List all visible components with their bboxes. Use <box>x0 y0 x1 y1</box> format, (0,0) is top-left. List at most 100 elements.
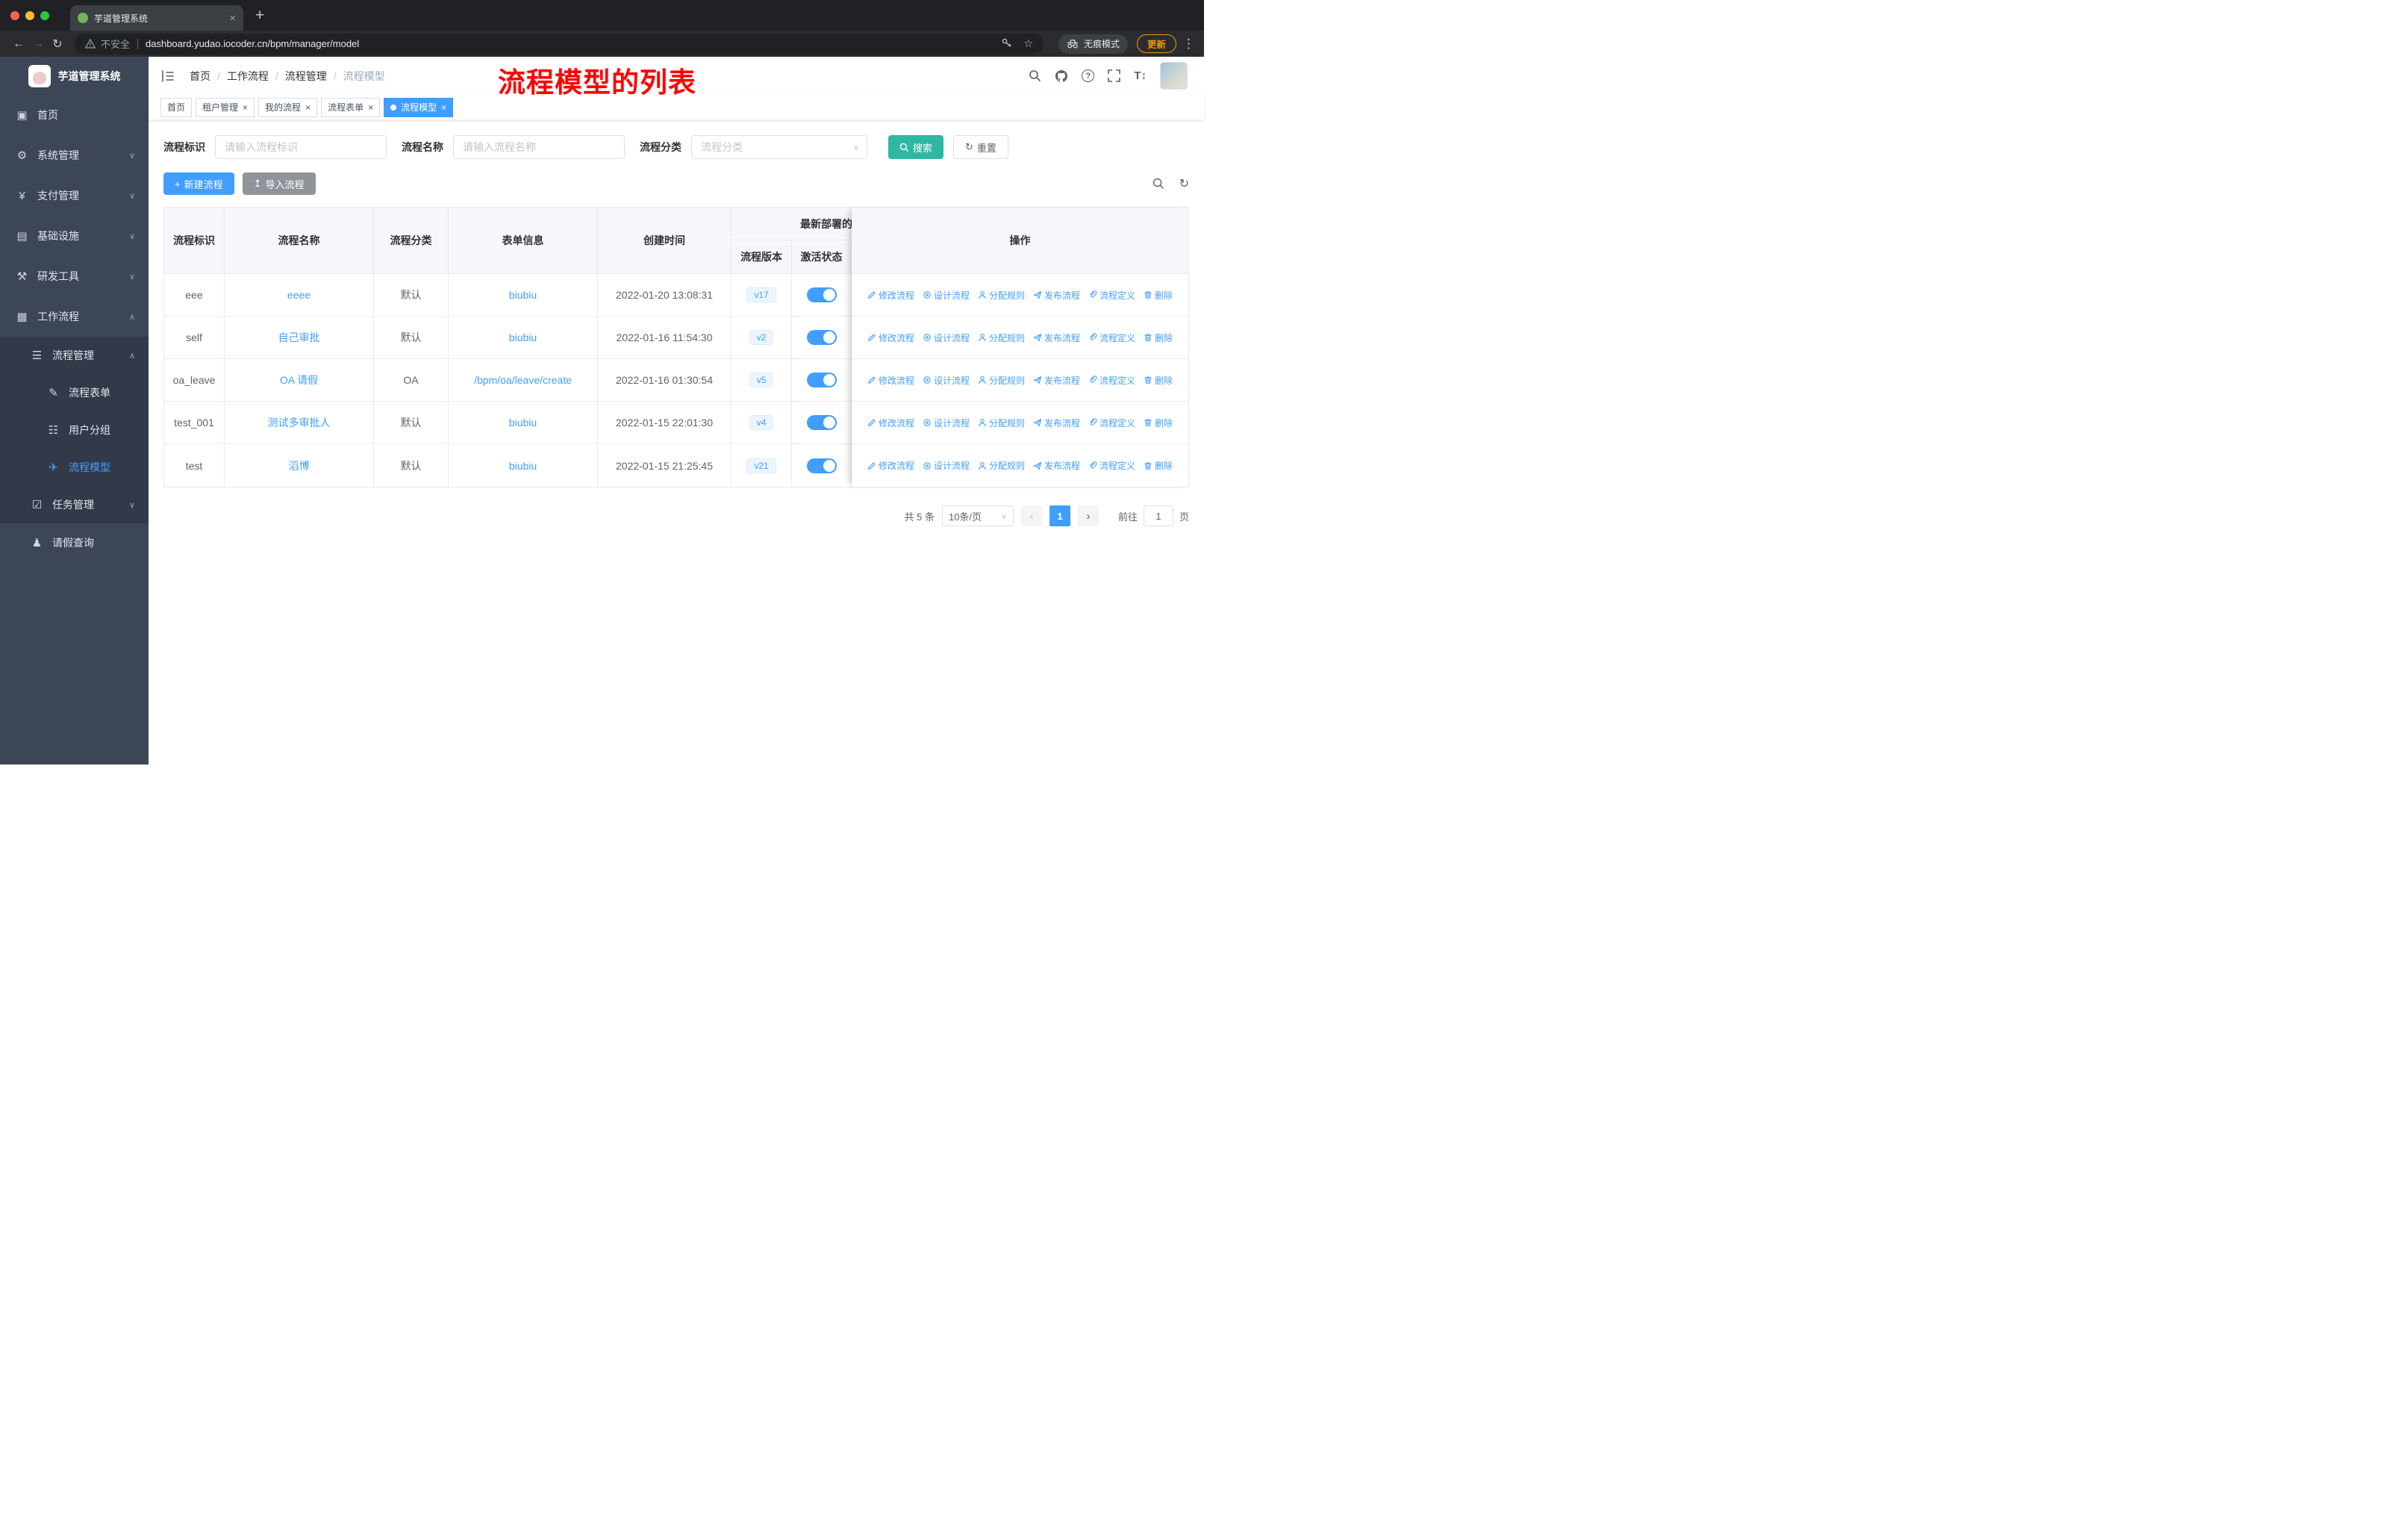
sidebar-item-process-model[interactable]: ✈ 流程模型 <box>0 449 149 486</box>
sidebar-logo[interactable]: 芋道管理系统 <box>0 57 149 95</box>
action-assign-link[interactable]: 分配规则 <box>978 374 1025 387</box>
sidebar-item-leave-query[interactable]: ♟ 请假查询 <box>0 523 149 562</box>
tag-item[interactable]: 租户管理 × <box>196 97 255 117</box>
minimize-window-button[interactable] <box>25 10 34 20</box>
key-icon[interactable] <box>1001 37 1012 51</box>
sidebar-item-process-management[interactable]: ☰ 流程管理 ∧ <box>0 337 149 374</box>
sidebar-item-task-management[interactable]: ☑ 任务管理 ∨ <box>0 486 149 523</box>
form-info-link[interactable]: biubiu <box>509 417 537 429</box>
current-page-button[interactable]: 1 <box>1049 505 1070 526</box>
search-icon[interactable] <box>1029 69 1041 82</box>
sidebar-item-system-management[interactable]: ⚙ 系统管理 ∨ <box>0 135 149 175</box>
help-icon[interactable]: ? <box>1082 69 1095 82</box>
close-tag-icon[interactable]: × <box>368 103 373 112</box>
active-toggle[interactable] <box>806 287 837 302</box>
close-window-button[interactable] <box>10 10 19 20</box>
forward-icon[interactable]: → <box>28 37 48 51</box>
collapse-sidebar-icon[interactable] <box>160 69 175 84</box>
action-design-link[interactable]: 设计流程 <box>923 459 970 472</box>
action-edit-link[interactable]: 修改流程 <box>867 417 914 429</box>
sidebar-item-user-group[interactable]: ☷ 用户分组 <box>0 411 149 449</box>
action-delete-link[interactable]: 删除 <box>1144 374 1173 387</box>
browser-tab[interactable]: 芋道管理系统 × <box>70 5 243 31</box>
goto-page-input[interactable] <box>1143 505 1173 526</box>
url-text[interactable]: dashboard.yudao.iocoder.cn/bpm/manager/m… <box>146 38 990 49</box>
process-name-link[interactable]: 自己审批 <box>278 330 320 345</box>
form-info-link[interactable]: biubiu <box>509 331 537 343</box>
page-size-select[interactable]: 10条/页 ∨ <box>941 505 1014 526</box>
update-button[interactable]: 更新 <box>1136 34 1176 53</box>
breadcrumb-workflow[interactable]: 工作流程 <box>227 69 269 84</box>
action-edit-link[interactable]: 修改流程 <box>867 331 914 344</box>
reset-button[interactable]: ↻ 重置 <box>953 135 1008 159</box>
maximize-window-button[interactable] <box>40 10 49 20</box>
import-process-button[interactable]: ↥ 导入流程 <box>242 172 316 195</box>
sidebar-item-workflow[interactable]: ▦ 工作流程 ∧ <box>0 296 149 337</box>
action-edit-link[interactable]: 修改流程 <box>867 374 914 387</box>
font-size-icon[interactable]: T↕ <box>1134 69 1147 82</box>
reload-icon[interactable]: ↻ <box>48 37 67 52</box>
process-name-input[interactable] <box>453 135 625 159</box>
process-name-link[interactable]: eeee <box>287 289 311 301</box>
security-label[interactable]: 不安全 <box>101 37 130 51</box>
form-info-link[interactable]: biubiu <box>509 289 537 301</box>
new-tab-button[interactable]: + <box>255 7 264 25</box>
breadcrumb-process-management[interactable]: 流程管理 <box>285 69 327 84</box>
action-assign-link[interactable]: 分配规则 <box>978 289 1025 302</box>
bookmark-star-icon[interactable]: ☆ <box>1023 37 1033 50</box>
action-design-link[interactable]: 设计流程 <box>923 331 970 344</box>
fullscreen-icon[interactable] <box>1108 69 1121 82</box>
form-info-link[interactable]: biubiu <box>509 460 537 472</box>
user-avatar[interactable] <box>1160 62 1188 90</box>
close-tag-icon[interactable]: × <box>441 103 446 112</box>
toggle-search-icon[interactable] <box>1152 178 1164 190</box>
action-definition-link[interactable]: 流程定义 <box>1088 459 1135 472</box>
action-delete-link[interactable]: 删除 <box>1144 331 1173 344</box>
process-id-input[interactable] <box>215 135 387 159</box>
process-category-select[interactable]: 流程分类 ∨ <box>691 135 867 159</box>
sidebar-item-payment-management[interactable]: ¥ 支付管理 ∨ <box>0 175 149 216</box>
prev-page-button[interactable]: ‹ <box>1020 505 1042 526</box>
browser-menu-icon[interactable]: ⋮ <box>1182 37 1195 52</box>
back-icon[interactable]: ← <box>9 37 28 51</box>
action-publish-link[interactable]: 发布流程 <box>1033 374 1080 387</box>
github-icon[interactable] <box>1055 69 1068 83</box>
action-definition-link[interactable]: 流程定义 <box>1088 417 1135 429</box>
active-toggle[interactable] <box>806 458 837 473</box>
action-publish-link[interactable]: 发布流程 <box>1033 289 1080 302</box>
close-tag-icon[interactable]: × <box>243 103 248 112</box>
tag-item[interactable]: 流程表单 × <box>321 97 381 117</box>
process-name-link[interactable]: OA 请假 <box>280 373 318 387</box>
refresh-table-icon[interactable]: ↻ <box>1179 176 1189 191</box>
sidebar-item-process-form[interactable]: ✎ 流程表单 <box>0 374 149 411</box>
action-definition-link[interactable]: 流程定义 <box>1088 331 1135 344</box>
action-edit-link[interactable]: 修改流程 <box>867 289 914 302</box>
action-assign-link[interactable]: 分配规则 <box>978 459 1025 472</box>
breadcrumb-home[interactable]: 首页 <box>190 69 210 84</box>
action-publish-link[interactable]: 发布流程 <box>1033 459 1080 472</box>
process-name-link[interactable]: 滔博 <box>289 458 310 473</box>
sidebar-item-home[interactable]: ▣ 首页 <box>0 95 149 135</box>
action-delete-link[interactable]: 删除 <box>1144 417 1173 429</box>
action-design-link[interactable]: 设计流程 <box>923 417 970 429</box>
close-tag-icon[interactable]: × <box>305 103 311 112</box>
process-name-link[interactable]: 测试多审批人 <box>268 415 331 430</box>
action-delete-link[interactable]: 删除 <box>1144 289 1173 302</box>
sidebar-item-dev-tools[interactable]: ⚒ 研发工具 ∨ <box>0 256 149 296</box>
active-toggle[interactable] <box>806 330 837 345</box>
action-design-link[interactable]: 设计流程 <box>923 289 970 302</box>
tab-close-icon[interactable]: × <box>229 12 236 25</box>
active-toggle[interactable] <box>806 373 837 387</box>
action-delete-link[interactable]: 删除 <box>1144 459 1173 472</box>
action-assign-link[interactable]: 分配规则 <box>978 417 1025 429</box>
action-assign-link[interactable]: 分配规则 <box>978 331 1025 344</box>
action-publish-link[interactable]: 发布流程 <box>1033 417 1080 429</box>
tag-item[interactable]: 首页 <box>160 97 193 117</box>
action-definition-link[interactable]: 流程定义 <box>1088 289 1135 302</box>
address-bar[interactable]: 不安全 dashboard.yudao.iocoder.cn/bpm/manag… <box>75 33 1044 55</box>
next-page-button[interactable]: › <box>1077 505 1099 526</box>
search-button[interactable]: 搜索 <box>888 135 944 159</box>
active-toggle[interactable] <box>806 415 837 430</box>
action-design-link[interactable]: 设计流程 <box>923 374 970 387</box>
action-publish-link[interactable]: 发布流程 <box>1033 331 1080 344</box>
